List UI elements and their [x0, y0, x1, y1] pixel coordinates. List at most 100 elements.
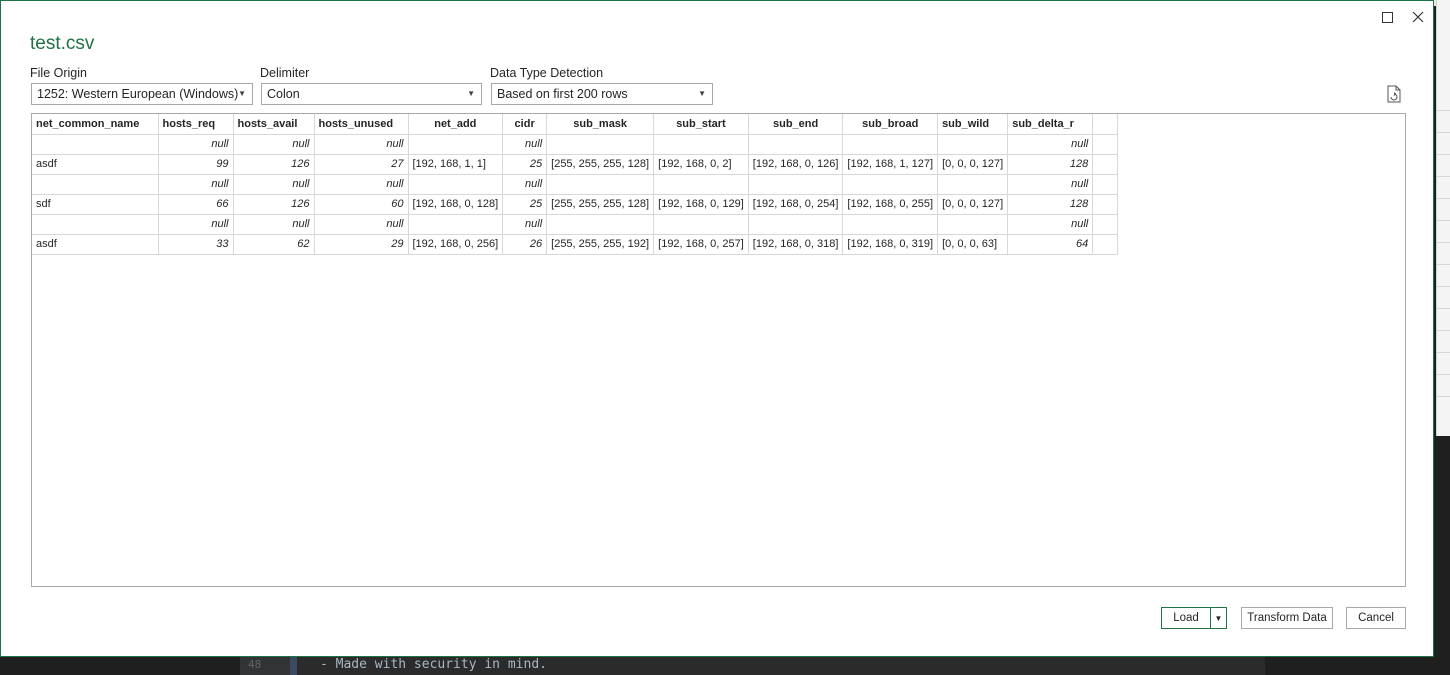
- table-cell: [747, 133, 844, 155]
- table-row: sdf 66 126 60 [192, 168, 0, 128] 25 [255, 255,…: [32, 193, 1119, 215]
- table-cell: null: [1007, 133, 1094, 155]
- delimiter-select[interactable]: Colon ▼: [261, 83, 482, 105]
- table-cell: [0, 0, 0, 127]: [937, 153, 1009, 175]
- table-cell: [407, 213, 504, 235]
- table-row: null null null null null: [32, 173, 1119, 195]
- column-header[interactable]: sub_mask: [546, 114, 655, 135]
- table-cell: null: [313, 213, 409, 235]
- table-cell: [546, 213, 655, 235]
- editor-code-line: - Made with security in mind.: [320, 657, 547, 672]
- document-refresh-icon[interactable]: [1386, 85, 1402, 103]
- table-cell: [546, 133, 655, 155]
- table-cell: [192, 168, 0, 319]: [842, 233, 939, 255]
- column-header[interactable]: hosts_avail: [232, 114, 315, 135]
- table-cell: 126: [232, 193, 315, 215]
- load-button[interactable]: Load: [1161, 607, 1211, 629]
- table-cell: [192, 168, 0, 128]: [407, 193, 504, 215]
- table-cell: [1092, 213, 1119, 235]
- table-cell: [937, 173, 1009, 195]
- table-cell: 64: [1007, 233, 1094, 255]
- table-cell: [937, 133, 1009, 155]
- chevron-down-icon: ▼: [238, 89, 246, 98]
- table-cell: null: [232, 173, 315, 195]
- close-button[interactable]: [1408, 7, 1428, 27]
- table-cell: null: [313, 173, 409, 195]
- background-sheet-edge: [1436, 0, 1450, 436]
- table-row: null null null null null: [32, 213, 1119, 235]
- table-cell: [255, 255, 255, 128]: [546, 193, 655, 215]
- table-cell: sdf: [32, 193, 159, 215]
- table-cell: [653, 213, 749, 235]
- table-cell: [192, 168, 0, 254]: [747, 193, 844, 215]
- chevron-down-icon: ▼: [467, 89, 475, 98]
- column-header[interactable]: hosts_unused: [313, 114, 409, 135]
- delimiter-label: Delimiter: [260, 66, 310, 80]
- data-type-detection-select[interactable]: Based on first 200 rows ▼: [491, 83, 713, 105]
- column-header[interactable]: [1092, 114, 1119, 135]
- table-cell: [842, 173, 939, 195]
- table-cell: [1092, 153, 1119, 175]
- table-cell: [937, 213, 1009, 235]
- table-cell: [1092, 193, 1119, 215]
- table-cell: 128: [1007, 153, 1094, 175]
- table-cell: 26: [502, 233, 548, 255]
- table-cell: [192, 168, 0, 255]: [842, 193, 939, 215]
- delimiter-value: Colon: [267, 87, 300, 101]
- maximize-button[interactable]: [1377, 7, 1397, 27]
- data-preview-table[interactable]: net_common_name hosts_req hosts_avail hosts…: [31, 113, 1406, 587]
- table-cell: [192, 168, 0, 2]: [653, 153, 749, 175]
- table-cell: 60: [313, 193, 409, 215]
- table-cell: null: [232, 133, 315, 155]
- close-icon: [1412, 11, 1424, 23]
- column-header[interactable]: net_common_name: [32, 114, 159, 135]
- column-header[interactable]: sub_delta_r: [1007, 114, 1094, 135]
- table-cell: 33: [157, 233, 234, 255]
- table-cell: asdf: [32, 233, 159, 255]
- chevron-down-icon: ▼: [698, 89, 706, 98]
- data-type-detection-label: Data Type Detection: [490, 66, 604, 80]
- table-cell: [0, 0, 0, 63]: [937, 233, 1009, 255]
- table-cell: [1092, 133, 1119, 155]
- table-cell: null: [313, 133, 409, 155]
- table-cell: 27: [313, 153, 409, 175]
- table-cell: [407, 173, 504, 195]
- table-cell: 62: [232, 233, 315, 255]
- column-header[interactable]: cidr: [502, 114, 548, 135]
- column-header[interactable]: sub_wild: [937, 114, 1009, 135]
- table-cell: [192, 168, 0, 129]: [653, 193, 749, 215]
- transform-data-button[interactable]: Transform Data: [1241, 607, 1333, 629]
- table-cell: [192, 168, 1, 127]: [842, 153, 939, 175]
- table-cell: [32, 213, 159, 235]
- table-cell: null: [157, 133, 234, 155]
- table-cell: [842, 213, 939, 235]
- column-header[interactable]: sub_end: [747, 114, 844, 135]
- table-cell: [192, 168, 0, 256]: [407, 233, 504, 255]
- table-cell: null: [1007, 173, 1094, 195]
- file-origin-select[interactable]: 1252: Western European (Windows) ▼: [31, 83, 253, 105]
- column-header[interactable]: net_add: [407, 114, 504, 135]
- table-cell: [32, 133, 159, 155]
- table-row: asdf 33 62 29 [192, 168, 0, 256] 26 [255, 255,…: [32, 233, 1119, 255]
- column-header[interactable]: sub_broad: [842, 114, 939, 135]
- table-cell: [192, 168, 0, 126]: [747, 153, 844, 175]
- preview-grid: net_common_name hosts_req hosts_avail hosts…: [32, 114, 1119, 255]
- column-header[interactable]: hosts_req: [157, 114, 234, 135]
- csv-import-dialog: test.csv File Origin 1252: Western Europ…: [0, 0, 1434, 657]
- file-origin-value: 1252: Western European (Windows): [37, 87, 239, 101]
- table-cell: [192, 168, 1, 1]: [407, 153, 504, 175]
- table-cell: null: [502, 213, 548, 235]
- table-cell: [747, 173, 844, 195]
- table-header-row: net_common_name hosts_req hosts_avail hosts…: [32, 114, 1119, 135]
- column-header[interactable]: sub_start: [653, 114, 749, 135]
- table-row: asdf 99 126 27 [192, 168, 1, 1] 25 [255, 255, …: [32, 153, 1119, 175]
- table-cell: 29: [313, 233, 409, 255]
- table-cell: [192, 168, 0, 318]: [747, 233, 844, 255]
- cancel-button[interactable]: Cancel: [1346, 607, 1406, 629]
- table-cell: null: [157, 213, 234, 235]
- load-options-button[interactable]: ▼: [1210, 607, 1227, 629]
- table-cell: 126: [232, 153, 315, 175]
- table-cell: null: [502, 173, 548, 195]
- table-cell: [407, 133, 504, 155]
- maximize-icon: [1381, 11, 1393, 23]
- table-cell: [842, 133, 939, 155]
